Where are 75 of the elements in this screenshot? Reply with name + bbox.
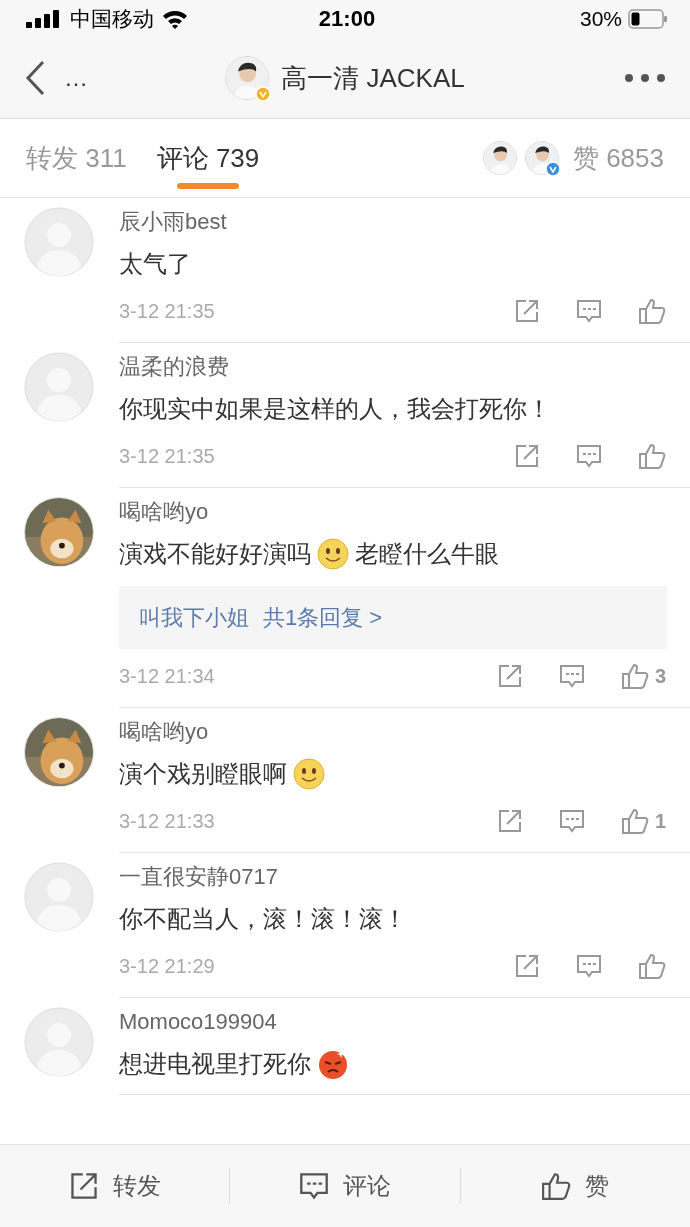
default-avatar-icon [24,1007,94,1077]
reply-author-link[interactable]: 叫我下小姐 [139,602,249,633]
like-button[interactable] [638,297,666,325]
comment-text: 你现实中如果是这样的人，我会打死你！ [119,394,551,424]
repost-button[interactable]: 转发 [0,1145,230,1227]
user-name[interactable]: 温柔的浪费 [119,352,690,382]
reply-count-link[interactable]: 共1条回复 > [263,602,383,633]
reply-button[interactable] [576,443,602,469]
smiley-emoji-icon [293,758,325,790]
share-icon [68,1171,99,1201]
share-icon [514,953,540,979]
share-button[interactable] [514,298,540,324]
wifi-icon [162,9,188,29]
thumbs-up-icon [620,807,649,835]
angry-emoji-icon [317,1048,349,1080]
comment-text: 演戏不能好好演吗 [119,539,311,569]
reply-button[interactable] [576,953,602,979]
signal-icon [26,10,62,28]
reply-preview[interactable]: 叫我下小姐 共1条回复 > [119,586,667,649]
thumbs-up-icon [620,662,649,690]
user-name[interactable]: 喝啥哟yo [119,717,690,747]
clock: 21:00 [318,6,376,32]
comment-time: 3-12 21:35 [119,444,216,468]
like-button[interactable] [638,952,666,980]
comment-text: 太气了 [119,249,191,279]
comment-text: 想进电视里打死你 [119,1049,311,1079]
default-avatar-icon [24,862,94,932]
comment-icon [558,663,585,689]
comment-text: 你不配当人，滚！滚！滚！ [119,904,407,934]
battery-percent: 30% [579,7,622,31]
comment-text: 老瞪什么牛眼 [355,539,499,569]
comment-text: 演个戏别瞪眼啊 [119,759,287,789]
user-name[interactable]: 辰小雨best [119,207,690,237]
more-text: … [64,64,88,92]
thumbs-up-icon [638,442,666,470]
user-name[interactable]: 一直很安静0717 [119,862,690,892]
user-name[interactable]: Momoco199904 [119,1007,690,1037]
share-icon [496,808,523,834]
reply-button[interactable] [558,808,585,834]
comment-time: 3-12 21:35 [119,299,216,323]
comment-icon [576,443,602,469]
tab[interactable]: 评论 739 [156,119,260,197]
like-button[interactable]: 赞 [460,1145,690,1227]
verified-badge-icon [255,86,272,102]
user-name[interactable]: 喝啥哟yo [119,497,690,527]
share-icon [496,663,523,689]
comment-time: 3-12 21:34 [119,664,216,688]
share-icon [514,298,540,324]
carrier-name: 中国移动 [70,6,154,32]
comment-time: 3-12 21:33 [119,809,216,833]
comment-button[interactable]: 评论 [230,1145,460,1227]
default-avatar-icon [24,207,94,277]
reply-button[interactable] [558,663,585,689]
share-button[interactable] [514,953,540,979]
reply-button[interactable] [576,298,602,324]
thumbs-up-icon [638,297,666,325]
share-icon [514,443,540,469]
default-avatar-icon [24,352,94,422]
likes-count[interactable]: 赞 6853 [572,140,664,176]
comment-icon [576,953,602,979]
page-title: 高一清 JACKAL [281,61,465,95]
back-icon[interactable] [24,60,46,96]
comment-icon [558,808,585,834]
battery-icon [628,9,668,29]
smiley-emoji-icon [317,538,349,570]
like-button[interactable] [638,442,666,470]
share-button[interactable] [496,808,523,834]
comment-icon [299,1171,329,1201]
comment-time: 3-12 21:29 [119,954,216,978]
more-icon[interactable] [624,73,666,83]
share-button[interactable] [514,443,540,469]
thumbs-up-icon [541,1171,572,1201]
comment-icon [576,298,602,324]
thumbs-up-icon [638,952,666,980]
share-button[interactable] [496,663,523,689]
